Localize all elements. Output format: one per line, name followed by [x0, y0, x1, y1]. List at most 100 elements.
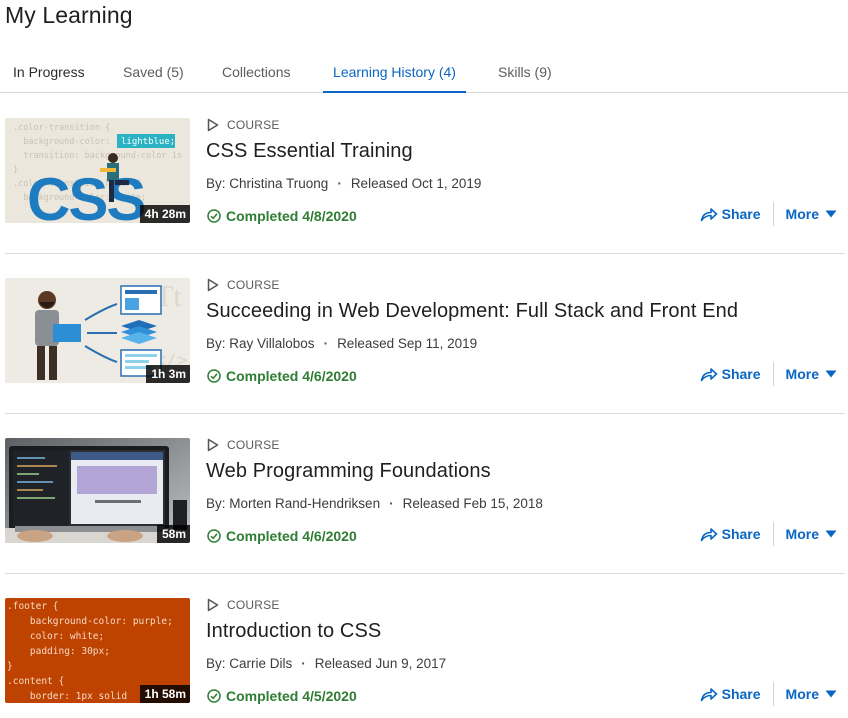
thumb-code-line: .footer { — [7, 601, 58, 612]
course-meta: By: Ray Villalobos · Released Sep 11, 2019 — [206, 336, 477, 351]
page-title: My Learning — [5, 2, 133, 28]
play-icon — [207, 278, 219, 292]
course-title[interactable]: Succeeding in Web Development: Full Stac… — [206, 300, 738, 323]
chevron-down-icon — [825, 370, 837, 378]
course-meta: By: Morten Rand-Hendriksen · Released Feb … — [206, 496, 543, 511]
more-label: More — [785, 366, 819, 382]
content-type: COURSE — [207, 597, 280, 613]
course-release-date: Released Sep 11, 2019 — [337, 336, 478, 351]
content-type-label: COURSE — [227, 278, 280, 292]
share-button[interactable]: Share — [700, 686, 773, 702]
thumb-code-line: transition: background-color 1s — [13, 151, 182, 161]
course-author: By: Morten Rand-Hendriksen — [206, 496, 381, 511]
more-button[interactable]: More — [774, 526, 837, 542]
course-meta: By: Christina Truong · Released Oct 1, 201… — [206, 176, 481, 191]
content-type-label: COURSE — [227, 118, 280, 132]
more-button[interactable]: More — [774, 206, 837, 222]
check-circle-icon — [207, 529, 221, 543]
content-type-label: COURSE — [227, 438, 280, 452]
thumb-code-line: .content { — [7, 676, 64, 687]
share-icon — [700, 208, 717, 222]
thumb-code-line: color: white; — [7, 631, 104, 642]
play-icon — [207, 118, 219, 132]
duration-badge: 1h 58m — [139, 685, 190, 703]
share-label: Share — [721, 686, 761, 702]
thumb-code-line: } — [7, 661, 13, 672]
share-icon — [700, 688, 717, 702]
completion-status: Completed 4/5/2020 — [207, 688, 357, 704]
learning-tabs: In Progress Saved (5) Collections Learni… — [0, 56, 848, 93]
tab-collections[interactable]: Collections — [222, 56, 290, 93]
chevron-down-icon — [825, 530, 837, 538]
course-card: .footer { background-color: purple; colo… — [0, 574, 848, 718]
course-thumbnail[interactable]: 58m — [5, 438, 190, 543]
share-button[interactable]: Share — [700, 526, 773, 542]
chevron-down-icon — [825, 210, 837, 218]
completed-date: Completed 4/6/2020 — [226, 528, 357, 544]
course-author: By: Ray Villalobos — [206, 336, 315, 351]
more-label: More — [785, 206, 819, 222]
thumb-code-line: padding: 30px; — [7, 646, 110, 657]
completed-date: Completed 4/8/2020 — [226, 208, 357, 224]
course-author: By: Christina Truong — [206, 176, 329, 191]
duration-badge: 58m — [156, 525, 190, 543]
meta-separator: · — [301, 656, 306, 671]
course-thumbnail[interactable]: .color-transition { background-color: li… — [5, 118, 190, 223]
course-meta: By: Carrie Dils · Released Jun 9, 2017 — [206, 656, 446, 671]
course-actions: Share More — [700, 197, 837, 231]
course-title[interactable]: CSS Essential Training — [206, 140, 413, 163]
play-icon — [207, 598, 219, 612]
duration-badge: 4h 28m — [139, 205, 190, 223]
meta-separator: · — [337, 176, 342, 191]
course-card: .color-transition { background-color: li… — [0, 94, 848, 254]
thumb-highlight: lightblue; — [121, 137, 175, 147]
course-actions: Share More — [700, 677, 837, 711]
share-label: Share — [721, 366, 761, 382]
tab-skills[interactable]: Skills (9) — [498, 56, 552, 93]
more-label: More — [785, 526, 819, 542]
more-label: More — [785, 686, 819, 702]
course-thumbnail[interactable]: Tt </> 1h 3m — [5, 278, 190, 383]
course-release-date: Released Oct 1, 2019 — [350, 176, 482, 191]
more-button[interactable]: More — [774, 686, 837, 702]
meta-separator: · — [389, 496, 394, 511]
completed-date: Completed 4/6/2020 — [226, 368, 357, 384]
share-icon — [700, 368, 717, 382]
course-card: 58m COURSE Web Programming Foundations B… — [0, 414, 848, 574]
thumb-code-line: border: 1px solid — [7, 691, 127, 702]
content-type: COURSE — [207, 277, 280, 293]
completed-date: Completed 4/5/2020 — [226, 688, 357, 704]
completion-status: Completed 4/8/2020 — [207, 208, 357, 224]
course-title[interactable]: Web Programming Foundations — [206, 460, 491, 483]
share-label: Share — [721, 526, 761, 542]
course-title[interactable]: Introduction to CSS — [206, 620, 381, 643]
chevron-down-icon — [825, 690, 837, 698]
course-release-date: Released Jun 9, 2017 — [314, 656, 447, 671]
tab-learning-history[interactable]: Learning History (4) — [323, 56, 466, 93]
course-release-date: Released Feb 15, 2018 — [402, 496, 543, 511]
share-button[interactable]: Share — [700, 206, 773, 222]
tab-saved[interactable]: Saved (5) — [123, 56, 184, 93]
check-circle-icon — [207, 369, 221, 383]
check-circle-icon — [207, 689, 221, 703]
duration-badge: 1h 3m — [146, 365, 190, 383]
meta-separator: · — [323, 336, 329, 351]
thumb-code-line: .color-transition { — [13, 123, 110, 133]
more-button[interactable]: More — [774, 366, 837, 382]
course-thumbnail[interactable]: .footer { background-color: purple; colo… — [5, 598, 190, 703]
check-circle-icon — [207, 209, 221, 223]
thumb-css-text: CSS — [27, 166, 144, 223]
completion-status: Completed 4/6/2020 — [207, 528, 357, 544]
completion-status: Completed 4/6/2020 — [207, 368, 357, 384]
course-author: By: Carrie Dils — [206, 656, 293, 671]
course-actions: Share More — [700, 517, 837, 551]
share-button[interactable]: Share — [700, 366, 773, 382]
content-type: COURSE — [207, 117, 280, 133]
tab-in-progress[interactable]: In Progress — [13, 56, 85, 93]
course-card: Tt </> 1h 3m COURSE Succeeding in Web De… — [0, 254, 848, 414]
play-icon — [207, 438, 219, 452]
content-type: COURSE — [207, 437, 280, 453]
share-icon — [700, 528, 717, 542]
course-actions: Share More — [700, 357, 837, 391]
thumb-code-line: background-color: purple; — [7, 616, 173, 627]
